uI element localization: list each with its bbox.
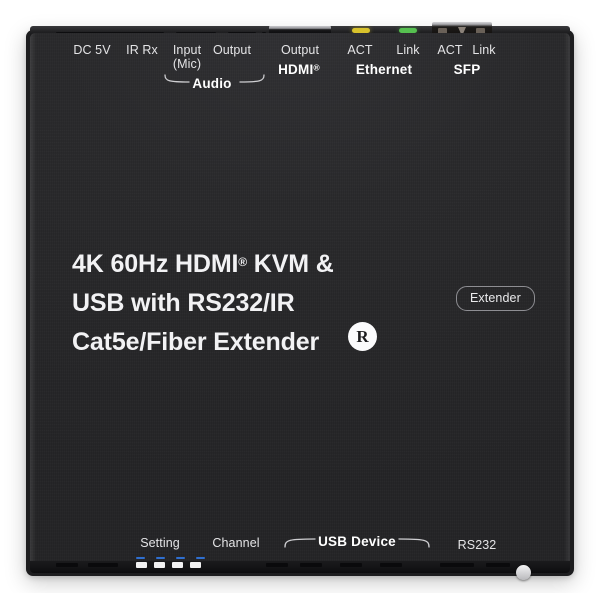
- title-registered-mark: ®: [238, 255, 247, 269]
- dip-switch-1[interactable]: [136, 562, 147, 568]
- label-audio-input-mic: (Mic): [172, 57, 202, 71]
- bottom-vent-right: [486, 563, 510, 567]
- group-ethernet-text: Ethernet: [355, 62, 413, 77]
- title-line1-b: KVM &: [247, 250, 334, 279]
- channel-rotary-knob[interactable]: [516, 565, 531, 580]
- product-title-line-2: USB with RS232/IR: [72, 289, 295, 318]
- setting-indicator-dash-1: [136, 557, 145, 559]
- product-title-line-1: 4K 60Hz HDMI® KVM &: [72, 243, 402, 284]
- title-line1-a: 4K 60Hz HDMI: [72, 250, 239, 279]
- group-hdmi: HDMI®: [266, 62, 332, 77]
- usb-port-d: [380, 563, 402, 567]
- usb-port-a: [266, 563, 288, 567]
- setting-indicator-dash-2: [156, 557, 165, 559]
- group-audio: Audio: [184, 76, 240, 91]
- dip-switch-2[interactable]: [154, 562, 165, 568]
- label-channel: Channel: [212, 536, 260, 550]
- group-sfp: SFP: [434, 62, 500, 77]
- setting-indicator-dash-4: [196, 557, 205, 559]
- label-setting: Setting: [140, 536, 180, 550]
- usb-port-b: [300, 563, 322, 567]
- group-usb-device-text: USB Device: [318, 534, 396, 549]
- bottom-vent-left: [56, 563, 78, 567]
- usb-port-c: [340, 563, 362, 567]
- label-audio-output: Output: [212, 43, 252, 57]
- label-sfp-link: Link: [472, 43, 496, 57]
- label-ethernet-link: Link: [396, 43, 420, 57]
- setting-indicator-dash-3: [176, 557, 185, 559]
- device-photo: DC 5V IR Rx Input (Mic) Output Output AC…: [0, 0, 600, 593]
- label-ethernet-act: ACT: [347, 43, 373, 57]
- dip-switch-4[interactable]: [190, 562, 201, 568]
- group-usb-device: USB Device: [312, 534, 402, 549]
- registered-trademark-badge: R: [348, 322, 377, 351]
- bottom-vent-left-2: [88, 563, 118, 567]
- dip-switch-3[interactable]: [172, 562, 183, 568]
- extender-badge: Extender: [456, 286, 535, 311]
- hdmi-registered-mark: ®: [313, 62, 320, 73]
- label-hdmi-output: Output: [280, 43, 320, 57]
- label-rs232: RS232: [457, 538, 497, 552]
- group-sfp-text: SFP: [453, 62, 481, 77]
- group-ethernet: Ethernet: [340, 62, 428, 77]
- rs232-port: [440, 563, 474, 567]
- right-bevel-highlight: [564, 33, 570, 572]
- group-audio-text: Audio: [192, 76, 232, 91]
- left-bevel-highlight: [30, 33, 36, 572]
- group-hdmi-text: HDMI: [278, 62, 314, 77]
